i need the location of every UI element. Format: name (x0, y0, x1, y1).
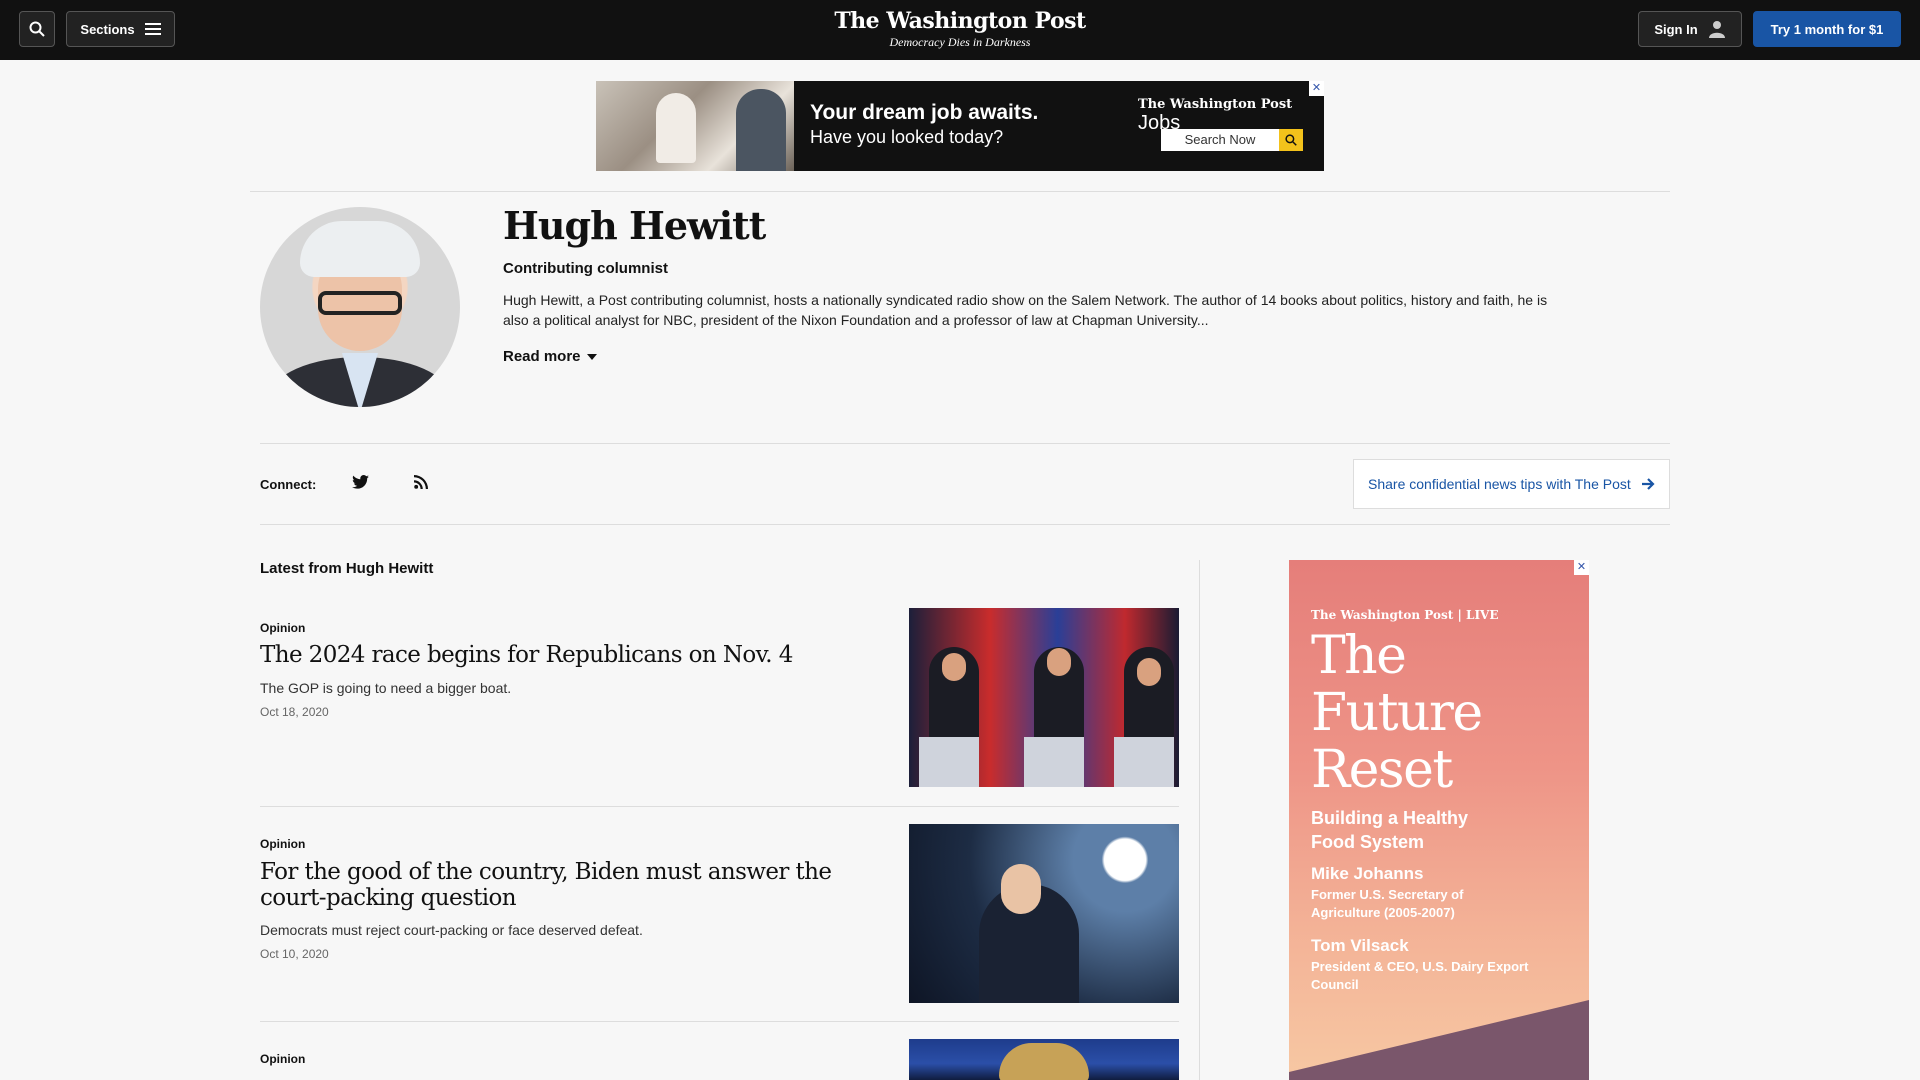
article-kicker[interactable]: Opinion (260, 837, 305, 851)
article-thumbnail[interactable] (909, 1039, 1179, 1080)
arrow-right-icon (1642, 478, 1655, 490)
divider (250, 191, 1670, 192)
site-logo[interactable]: The Washington Post (760, 8, 1160, 34)
author-role: Contributing columnist (503, 260, 668, 277)
divider (260, 1021, 1179, 1022)
article-dek: Democrats must reject court-packing or f… (260, 922, 643, 938)
article-date: Oct 18, 2020 (260, 705, 329, 719)
column-divider (1199, 560, 1200, 1080)
article-dek: The GOP is going to need a bigger boat. (260, 680, 512, 696)
side-ad-speaker-1-role: Former U.S. Secretary of Agriculture (20… (1311, 887, 1464, 920)
sections-menu-button[interactable]: Sections (66, 11, 175, 47)
article-date: Oct 10, 2020 (260, 947, 329, 961)
news-tips-button[interactable]: Share confidential news tips with The Po… (1353, 459, 1670, 509)
chevron-down-icon (586, 353, 597, 360)
side-ad-speaker-2-role: President & CEO, U.S. Dairy Export Counc… (1311, 959, 1529, 992)
article-thumbnail[interactable] (909, 608, 1179, 787)
sections-label: Sections (80, 21, 135, 37)
divider (260, 524, 1670, 525)
search-icon (29, 21, 45, 37)
sign-in-label: Sign In (1654, 21, 1698, 37)
twitter-icon[interactable] (350, 472, 370, 492)
search-icon (1285, 134, 1297, 146)
latest-heading: Latest from Hugh Hewitt (260, 560, 434, 577)
article-headline[interactable]: The 2024 race begins for Republicans on … (260, 642, 900, 668)
ad-search-label: Search Now (1184, 132, 1256, 147)
author-avatar (260, 207, 460, 407)
side-ad-brand: The Washington Post | LIVE (1311, 608, 1499, 622)
author-name: Hugh Hewitt (503, 203, 766, 248)
site-tagline: Democracy Dies in Darkness (889, 35, 1031, 49)
ad-search-icon-box (1279, 129, 1303, 151)
masthead[interactable]: The Washington Post Democracy Dies in Da… (760, 8, 1160, 50)
user-icon (1708, 21, 1725, 38)
article-kicker[interactable]: Opinion (260, 1052, 305, 1066)
ad-close-icon[interactable]: ✕ (1574, 560, 1589, 575)
ad-subline: Have you looked today? (810, 127, 1004, 147)
menu-icon (144, 23, 161, 35)
ad-search-now-button[interactable]: Search Now (1161, 129, 1303, 151)
divider (260, 443, 1670, 444)
subscribe-button[interactable]: Try 1 month for $1 (1753, 11, 1901, 47)
ad-headline: Your dream job awaits. (810, 101, 1039, 124)
side-ad-speaker-1-name: Mike Johanns (1311, 864, 1424, 883)
rss-icon[interactable] (411, 472, 431, 492)
side-ad-speaker-2-name: Tom Vilsack (1311, 936, 1409, 955)
top-navigation-bar: Sections The Washington Post Democracy D… (0, 0, 1920, 60)
connect-label: Connect: (260, 477, 317, 492)
side-event-ad[interactable]: The Washington Post | LIVE The Future Re… (1289, 560, 1589, 1080)
jobs-banner-ad[interactable]: Your dream job awaits. Have you looked t… (596, 81, 1324, 171)
read-more-label: Read more (503, 348, 581, 365)
news-tips-label: Share confidential news tips with The Po… (1368, 476, 1631, 492)
divider (260, 806, 1179, 807)
ad-brand-name: The Washington Post (1138, 97, 1293, 112)
sign-in-button[interactable]: Sign In (1638, 11, 1742, 47)
article-kicker[interactable]: Opinion (260, 621, 305, 635)
side-ad-title: The Future Reset (1311, 626, 1483, 800)
author-bio: Hugh Hewitt, a Post contributing columni… (503, 292, 1548, 328)
ad-close-icon[interactable]: ✕ (1309, 81, 1324, 96)
article-thumbnail[interactable] (909, 824, 1179, 1003)
article-headline[interactable]: For the good of the country, Biden must … (260, 859, 900, 911)
side-ad-subtitle: Building a Healthy Food System (1311, 808, 1469, 852)
read-more-button[interactable]: Read more (503, 348, 597, 365)
search-button[interactable] (19, 11, 55, 47)
ad-photo (596, 81, 794, 171)
